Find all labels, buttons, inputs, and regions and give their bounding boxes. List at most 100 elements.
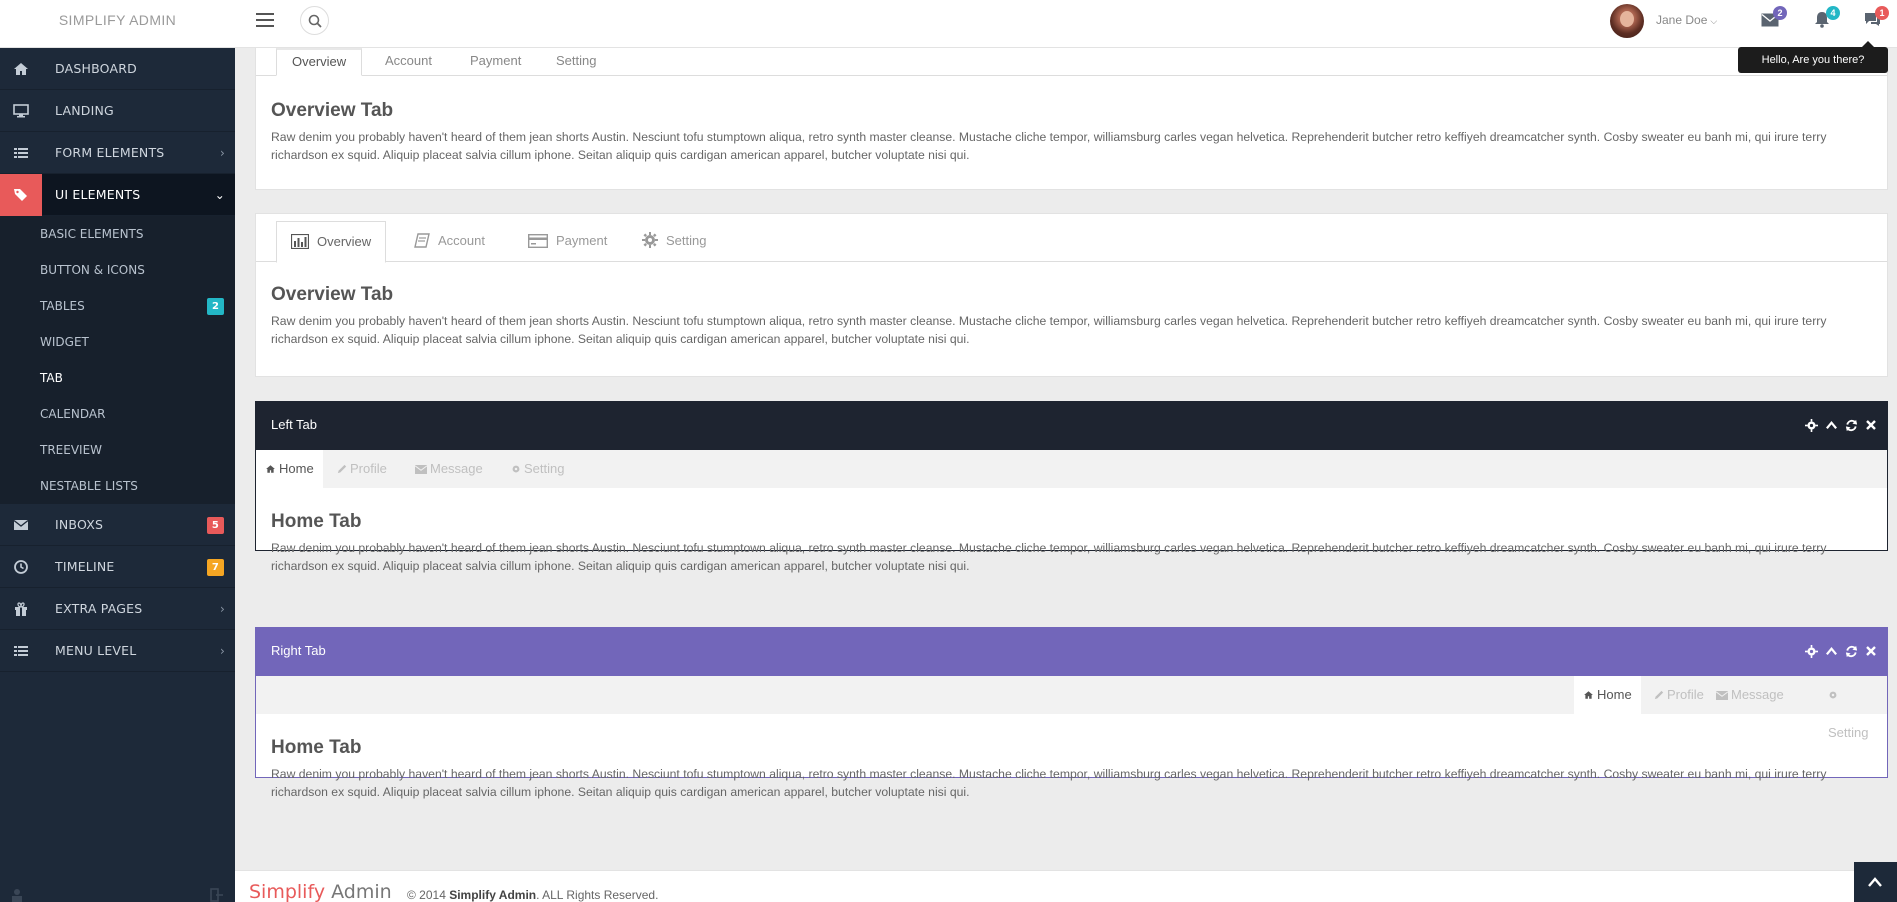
scroll-to-top-button[interactable] [1854, 862, 1897, 902]
tab-account[interactable]: Account [370, 49, 447, 76]
user-settings-icon[interactable] [10, 888, 24, 902]
tab-content: Overview Tab Raw denim you probably have… [256, 284, 1887, 348]
user-name: Jane Doe [1656, 13, 1708, 27]
tab-overview[interactable]: Overview [276, 221, 387, 263]
gear-icon [512, 465, 520, 473]
tab-setting[interactable]: Setting [1819, 676, 1887, 740]
tab-label: Profile [1667, 687, 1704, 702]
tab-label: Overview [317, 234, 372, 249]
sidebar-subitem-nestable-lists[interactable]: NESTABLE LISTS [0, 468, 235, 504]
chevron-right-icon: › [220, 602, 225, 616]
gear-icon [642, 232, 658, 248]
logout-icon[interactable] [210, 888, 224, 902]
sidebar-item-form-elements[interactable]: FORM ELEMENTS › [0, 132, 235, 174]
sidebar-subitem-label: TABLES [40, 299, 85, 313]
chat-notification[interactable]: 1 [1863, 6, 1889, 30]
gear-icon[interactable] [1805, 645, 1818, 658]
chevron-down-icon: ⌄ [214, 188, 225, 202]
tab-label: Payment [556, 233, 608, 248]
sidebar-item-landing[interactable]: LANDING [0, 90, 235, 132]
pencil-icon [337, 464, 347, 474]
search-button[interactable] [300, 6, 329, 35]
chevron-up-icon[interactable] [1825, 419, 1838, 432]
tab-profile[interactable]: Profile [328, 450, 396, 488]
tab-label: Account [438, 233, 485, 248]
tab-text: Raw denim you probably haven't heard of … [271, 767, 1827, 799]
sidebar-item-label: MENU LEVEL [55, 643, 137, 658]
refresh-icon[interactable] [1845, 645, 1858, 658]
tags-icon [14, 189, 27, 201]
sidebar-item-menu-level[interactable]: MENU LEVEL › [0, 630, 235, 672]
sidebar-subitem-treeview[interactable]: TREEVIEW [0, 432, 235, 468]
sidebar-subitem-tables[interactable]: TABLES 2 [0, 288, 235, 324]
chevron-down-icon: ⌵ [1710, 16, 1718, 26]
tab-text: Raw denim you probably haven't heard of … [271, 130, 1827, 162]
tab-home[interactable]: Home [256, 450, 323, 488]
bell-notification[interactable]: 4 [1814, 6, 1840, 30]
panel-icon-tabs: Overview Account Payment Setting Overvie… [255, 213, 1888, 377]
monitor-icon [13, 104, 29, 118]
list-icon [14, 148, 28, 158]
sidebar-item-inboxs[interactable]: INBOXS 5 [0, 504, 235, 546]
user-menu[interactable]: Jane Doe ⌵ [1656, 13, 1717, 27]
sidebar-subitem-widget[interactable]: WIDGET [0, 324, 235, 360]
tab-bar: Home Profile Message Setting [256, 676, 1887, 740]
sidebar-item-label: EXTRA PAGES [55, 601, 143, 616]
tab-payment[interactable]: Payment [514, 221, 621, 263]
tab-title: Home Tab [271, 737, 362, 758]
tab-content: Home Tab Raw denim you probably haven't … [256, 511, 1887, 575]
inbox-count-badge: 5 [207, 516, 224, 534]
tab-text: Raw denim you probably haven't heard of … [271, 314, 1827, 346]
close-icon[interactable] [1865, 645, 1877, 657]
sidebar-item-extra-pages[interactable]: EXTRA PAGES › [0, 588, 235, 630]
sidebar-item-label: LANDING [55, 103, 114, 118]
refresh-icon[interactable] [1845, 419, 1858, 432]
bell-count-badge: 4 [1826, 6, 1840, 20]
tab-text: Raw denim you probably haven't heard of … [271, 541, 1827, 573]
gift-icon [15, 602, 27, 616]
gear-icon [1829, 691, 1837, 699]
sidebar-subitem-tab[interactable]: TAB [0, 360, 235, 396]
footer-logo: Simplify Admin [249, 881, 392, 902]
mail-notification[interactable]: 2 [1761, 6, 1787, 30]
tab-payment[interactable]: Payment [455, 49, 536, 76]
panel-header: Right Tab [256, 628, 1887, 676]
chevron-up-icon[interactable] [1825, 645, 1838, 658]
sidebar-subitem-button-icons[interactable]: BUTTON & ICONS [0, 252, 235, 288]
copyright-brand: Simplify Admin [449, 888, 537, 902]
tab-bar: Home Profile Message Setting [256, 450, 1887, 488]
credit-card-icon [528, 234, 548, 248]
tab-bar: Overview Account Payment Setting [256, 48, 1887, 76]
menu-toggle-icon[interactable] [253, 8, 277, 32]
tab-message[interactable]: Message [1707, 676, 1793, 714]
envelope-icon [13, 519, 29, 530]
sidebar-item-timeline[interactable]: TIMELINE 7 [0, 546, 235, 588]
tab-profile[interactable]: Profile [1645, 676, 1713, 714]
brand-logo[interactable]: SIMPLIFY ADMIN [0, 0, 235, 40]
panel-tools [1805, 645, 1877, 658]
sidebar-bottom-bar [0, 880, 235, 902]
gear-icon[interactable] [1805, 419, 1818, 432]
tab-setting[interactable]: Setting [541, 49, 611, 76]
sidebar-subitem-calendar[interactable]: CALENDAR [0, 396, 235, 432]
tab-home[interactable]: Home [1574, 676, 1641, 714]
sidebar-subitem-basic-elements[interactable]: BASIC ELEMENTS [0, 216, 235, 252]
panel-header: Left Tab [256, 402, 1887, 450]
close-icon[interactable] [1865, 419, 1877, 431]
chevron-up-icon [1868, 877, 1882, 887]
tab-setting[interactable]: Setting [502, 450, 573, 488]
tab-account[interactable]: Account [400, 221, 499, 263]
book-icon [414, 233, 430, 248]
tab-overview[interactable]: Overview [276, 48, 363, 76]
envelope-icon [1716, 691, 1728, 700]
panel-title: Right Tab [271, 643, 326, 658]
avatar[interactable] [1610, 4, 1644, 38]
tab-title: Overview Tab [271, 284, 394, 305]
sidebar-item-ui-elements[interactable]: UI ELEMENTS ⌄ [0, 174, 235, 216]
tab-setting[interactable]: Setting [628, 221, 720, 263]
sidebar-item-label: INBOXS [55, 517, 104, 532]
chevron-right-icon: › [220, 146, 225, 160]
sidebar-item-label: TIMELINE [55, 559, 115, 574]
tab-message[interactable]: Message [406, 450, 492, 488]
sidebar-item-dashboard[interactable]: DASHBOARD [0, 48, 235, 90]
